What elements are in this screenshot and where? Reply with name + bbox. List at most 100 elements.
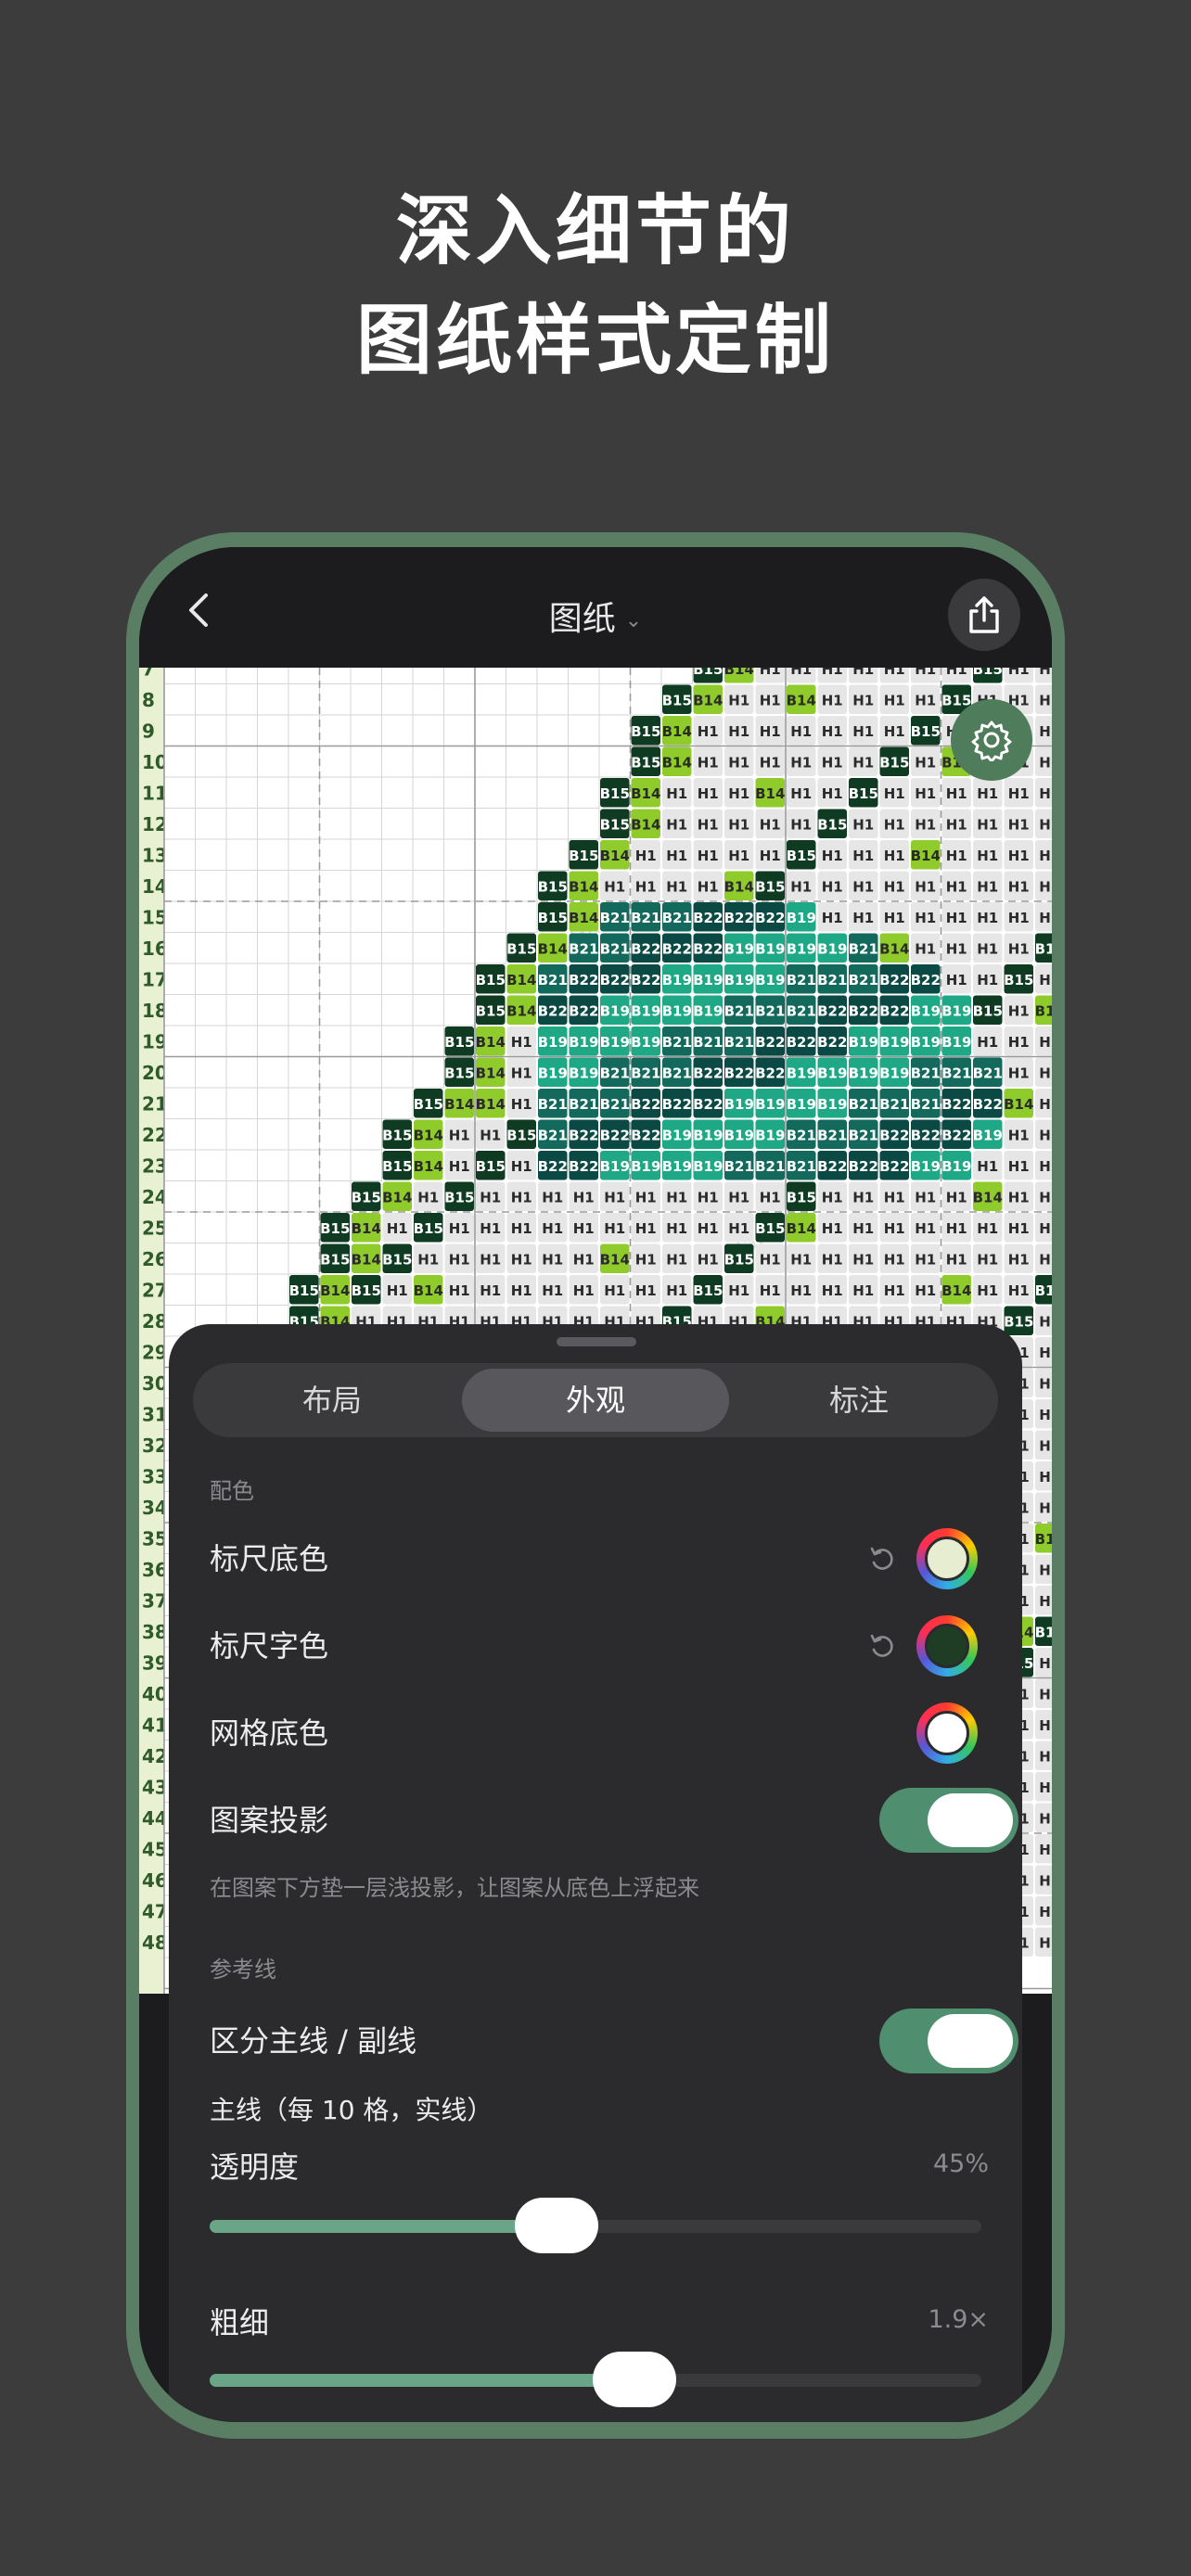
grid-cell-empty <box>568 808 600 840</box>
grid-cell-empty <box>506 900 538 933</box>
grid-cell-empty <box>288 932 320 964</box>
grid-cell-empty <box>163 1087 196 1119</box>
bead-label: B22 <box>693 1096 723 1113</box>
thickness-slider[interactable] <box>210 2352 981 2407</box>
bead-label: H1 <box>480 1220 501 1237</box>
bead-label: H1 <box>666 785 687 802</box>
bead-label: H1 <box>604 1189 625 1205</box>
bead-label: B21 <box>600 1096 630 1113</box>
grid-cell-empty <box>225 994 258 1027</box>
slider-thumb[interactable] <box>592 2352 676 2407</box>
bead-label: H1 <box>1008 940 1030 957</box>
bead-label: H1 <box>946 1220 967 1237</box>
bead-label: B14 <box>569 910 598 926</box>
grid-cell-empty <box>412 746 444 778</box>
bead-label: H1 <box>822 1220 843 1237</box>
shadow-toggle[interactable] <box>879 1788 1018 1853</box>
ruler-bg-swatch[interactable] <box>916 1528 978 1589</box>
bead-label: H1 <box>728 754 749 771</box>
bead-label: H1 <box>1008 878 1030 895</box>
bead-label: H1 <box>666 848 687 864</box>
drag-handle[interactable] <box>557 1337 636 1346</box>
ruler-text-swatch[interactable] <box>916 1615 978 1677</box>
bead-label: H1 <box>790 754 812 771</box>
title-dropdown[interactable]: 图纸 ⌄ <box>139 592 1052 640</box>
grid-cell-empty <box>319 932 352 964</box>
bead-label: B21 <box>911 1096 941 1113</box>
bead-label: H1 <box>977 848 998 864</box>
grid-cell-empty <box>195 668 227 684</box>
tab-appearance[interactable]: 外观 <box>462 1369 729 1432</box>
bead-label: B14 <box>506 1002 536 1019</box>
grid-cell-empty <box>163 714 196 746</box>
bead-label: B22 <box>787 1034 816 1051</box>
grid-cell-empty <box>319 838 352 871</box>
opacity-slider[interactable] <box>210 2198 981 2253</box>
grid-cell-empty <box>381 1056 414 1089</box>
bead-label: H1 <box>915 1282 936 1299</box>
bead-label: H1 <box>790 723 812 740</box>
bead-label: B22 <box>631 940 660 957</box>
slider-thumb[interactable] <box>515 2198 599 2253</box>
bead-label: H1 <box>760 723 781 740</box>
top-bar: 图纸 ⌄ <box>139 547 1052 668</box>
grid-cell-empty <box>288 1025 320 1057</box>
bead-label: B22 <box>662 1096 692 1113</box>
grid-cell-empty <box>319 900 352 933</box>
grid-cell-empty <box>257 1056 289 1089</box>
bead-label: H1 <box>822 910 843 926</box>
bead-label: B15 <box>382 1158 412 1175</box>
bead-label: B14 <box>414 1158 443 1175</box>
bead-label: B15 <box>973 668 1003 678</box>
bead-label: H1 <box>1039 816 1052 833</box>
reset-icon[interactable] <box>866 1543 898 1575</box>
grid-cell-empty <box>568 668 600 684</box>
bead-label: B22 <box>879 1127 909 1143</box>
bead-label: B19 <box>693 1002 723 1019</box>
bead-label: B19 <box>911 1034 941 1051</box>
grid-cell-empty <box>257 776 289 809</box>
grid-cell-empty <box>288 1118 320 1151</box>
tab-layout[interactable]: 布局 <box>198 1369 466 1432</box>
bead-label: B21 <box>817 1127 847 1143</box>
bead-label: H1 <box>1039 1313 1052 1330</box>
bead-label: H1 <box>728 816 749 833</box>
bead-label: H1 <box>1039 1872 1052 1889</box>
bead-label: B22 <box>569 1002 598 1019</box>
bead-label: B14 <box>476 1096 506 1113</box>
bead-label: H1 <box>884 1251 905 1268</box>
grid-bg-swatch[interactable] <box>916 1702 978 1764</box>
bead-label: B22 <box>973 1096 1003 1113</box>
bead-label: B15 <box>320 1251 350 1268</box>
grid-cell-empty <box>412 932 444 964</box>
grid-cell-empty <box>195 900 227 933</box>
bead-label: H1 <box>946 668 967 678</box>
grid-cell-empty <box>163 1180 196 1213</box>
grid-cell-empty <box>381 1087 414 1119</box>
bead-label: H1 <box>760 692 781 708</box>
bead-label: H1 <box>666 1251 687 1268</box>
bead-label: H1 <box>822 668 843 678</box>
bead-label: H1 <box>1039 972 1052 988</box>
share-button[interactable] <box>948 579 1020 651</box>
distinguish-toggle[interactable] <box>879 2009 1018 2073</box>
bead-label: H1 <box>1008 1282 1030 1299</box>
grid-cell-empty <box>288 668 320 684</box>
bead-label: H1 <box>790 1251 812 1268</box>
bead-label: H1 <box>884 785 905 802</box>
bead-label: B21 <box>755 1158 785 1175</box>
grid-cell-empty <box>350 963 382 995</box>
grid-cell-empty <box>350 932 382 964</box>
grid-cell-empty <box>257 838 289 871</box>
grid-cell-empty <box>319 1149 352 1181</box>
bead-label: H1 <box>760 754 781 771</box>
bead-label: B19 <box>911 1158 941 1175</box>
tab-annotation[interactable]: 标注 <box>725 1369 992 1432</box>
bead-label: H1 <box>822 1251 843 1268</box>
bead-label: H1 <box>822 1189 843 1205</box>
grid-cell-empty <box>412 714 444 746</box>
bead-label: H1 <box>1039 1810 1052 1827</box>
bead-label: H1 <box>884 816 905 833</box>
settings-button[interactable] <box>951 699 1032 781</box>
reset-icon[interactable] <box>866 1630 898 1662</box>
